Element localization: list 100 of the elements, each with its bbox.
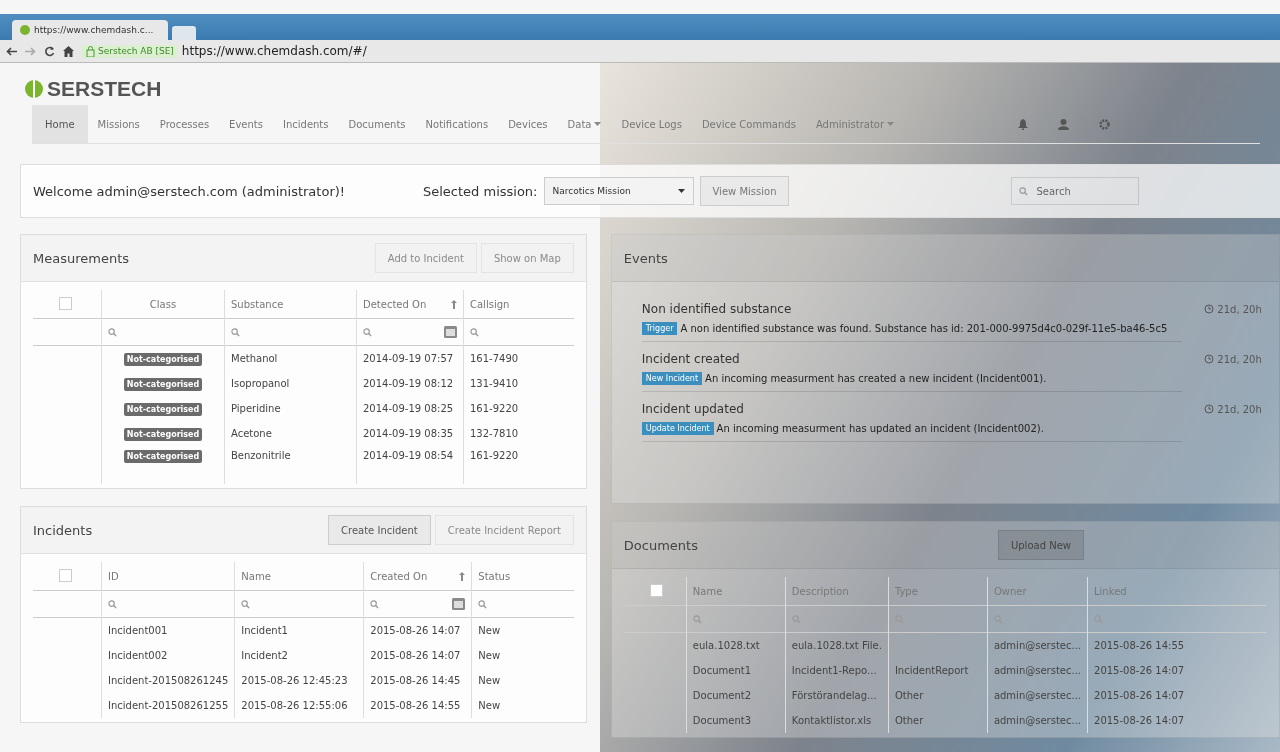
toolbar-button[interactable]: Show on Map [480,243,574,273]
nav-link[interactable]: Missions [87,105,150,143]
search-icon [1019,187,1029,196]
column-header[interactable]: Class [108,298,218,310]
nav-link[interactable]: Processes [149,105,220,143]
certificate-badge[interactable]: Serstech AB [SE] [82,44,178,58]
search-icon [1094,614,1103,624]
user-icon[interactable] [1058,118,1069,130]
table-cell: admin@serstec... [993,640,1081,651]
bell-icon[interactable] [1018,118,1028,130]
nav-link[interactable]: Home [32,105,88,143]
nav-link[interactable]: Administrator [805,105,905,143]
event-title: Incident updated [641,402,744,416]
filter-field[interactable] [370,598,466,610]
mission-select[interactable]: Narcotics Mission [543,177,694,205]
table-cell: 2015-08-26 14:07 [1094,690,1185,701]
logo-icon [24,79,44,99]
column-header[interactable]: Detected On [363,298,457,310]
table-cell: Incident1-Repo... [791,665,877,676]
table-cell: Incident002 [108,650,168,661]
table-cell: 2014-09-19 07:57 [363,353,454,364]
event-description: An incoming measurment has created a new incident (Incident001). [705,373,1047,384]
search-icon [478,599,488,609]
reload-icon[interactable] [44,45,55,57]
column-header[interactable]: Created On [370,570,466,582]
table-cell: 131-9410 [470,378,519,389]
table-cell: Incident001 [108,625,168,636]
column-header[interactable]: Status [478,570,568,582]
toolbar-button[interactable]: Create Incident [328,515,431,545]
event-title: Non identified substance [641,302,792,316]
favicon-icon [20,25,30,35]
settings-icon[interactable] [1099,118,1110,130]
search-icon [241,599,251,609]
search-icon [363,327,372,337]
table-cell: 2014-09-19 08:12 [363,378,454,389]
new-tab-button[interactable] [172,26,196,40]
nav-link[interactable]: Device Logs [611,105,692,143]
caret-icon [594,122,602,126]
lock-icon [86,45,95,57]
select-all-checkbox[interactable] [59,296,72,310]
table-cell: 132-7810 [470,428,519,439]
table-cell: Isopropanol [231,378,290,389]
home-icon[interactable] [63,45,74,57]
toolbar-button[interactable]: Add to Incident [374,243,477,273]
nav-link[interactable]: Data [557,105,612,143]
table-cell: 2015-08-26 14:55 [1094,640,1185,651]
column-header[interactable]: ID [108,570,229,582]
back-icon[interactable] [6,46,17,56]
url-text[interactable]: https://www.chemdash.com/#/ [181,44,367,58]
nav-link[interactable]: Incidents [272,105,339,143]
table-cell: IncidentReport [894,665,969,676]
class-badge: Not-categorised [123,450,203,463]
browser-tab[interactable]: https://www.chemdash.c... [12,20,168,40]
table-cell: 2015-08-26 14:07 [370,625,461,636]
nav-link[interactable]: Documents [338,105,416,143]
forward-icon[interactable] [25,46,36,56]
calendar-icon[interactable] [452,598,466,610]
table-cell: Acetone [231,428,272,439]
nav-link[interactable]: Devices [498,105,558,143]
event-description: An incoming measurment has updated an incident (Incident002). [716,423,1044,434]
table-cell: Document1 [692,665,751,676]
table-cell: Incident2 [241,650,288,661]
column-header[interactable]: Substance [231,298,350,310]
panel-title: Incidents [33,522,93,538]
table-cell: 2015-08-26 14:55 [370,700,461,711]
search-icon [692,614,702,624]
column-header[interactable]: Name [692,585,779,597]
event-tag: New Incident [641,372,703,385]
table-cell: 161-9220 [470,403,519,414]
table-cell: eula.1028.txt [692,640,760,651]
nav-link[interactable]: Device Commands [691,105,806,143]
select-all-checkbox[interactable] [59,568,72,582]
table-cell: Incident1 [241,625,288,636]
table-cell: Other [894,690,924,701]
mission-label: Selected mission: [423,183,538,199]
nav-link[interactable]: Events [219,105,273,143]
table-cell: Methanol [231,353,278,364]
table-cell: 2015-08-26 14:07 [1094,665,1185,676]
view-mission-button[interactable]: View Mission [699,176,790,206]
table-cell: 2015-08-26 14:07 [370,650,461,661]
calendar-icon[interactable] [444,326,457,338]
table-cell: Other [894,715,924,726]
caret-icon [677,189,685,193]
search-icon [108,599,117,609]
event-time: 21d, 20h [1204,402,1262,416]
filter-field[interactable] [363,326,457,338]
search-icon [231,327,240,337]
table-cell: Incident-201508261255 [108,700,229,711]
upload-button[interactable]: Upload New [997,530,1084,560]
nav-link[interactable]: Notifications [415,105,499,143]
column-header[interactable]: Name [241,570,358,582]
panel-title: Documents [623,537,698,553]
class-badge: Not-categorised [123,403,203,416]
table-cell: admin@serstec... [993,715,1081,726]
welcome-text: Welcome admin@serstech.com (administrator)! [33,183,346,199]
column-header[interactable]: Callsign [470,298,568,310]
caret-icon [887,122,895,126]
table-cell: admin@serstec... [993,690,1081,701]
table-cell: New [478,675,501,686]
table-cell: 2015-08-26 12:55:06 [241,700,348,711]
